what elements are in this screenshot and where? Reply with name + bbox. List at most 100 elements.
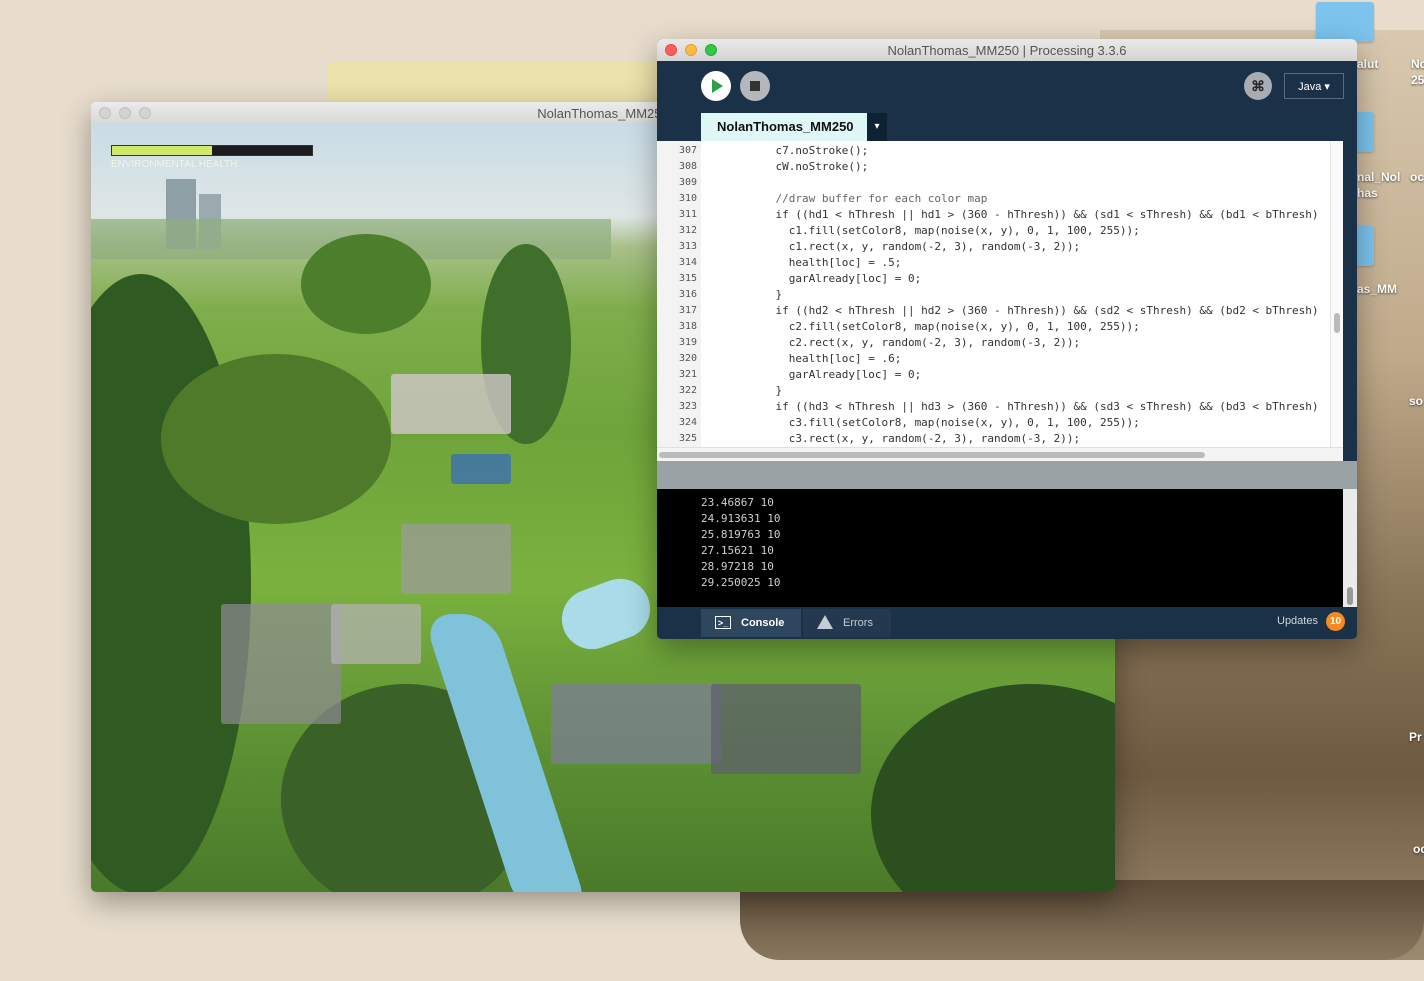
line-number: 313 bbox=[678, 241, 697, 252]
scroll-thumb[interactable] bbox=[659, 452, 1205, 458]
tree-canopy bbox=[301, 234, 431, 334]
line-number: 314 bbox=[678, 257, 697, 268]
desktop-label[interactable]: has bbox=[1357, 186, 1378, 200]
ide-footer: >_ Console Errors Updates 10 bbox=[657, 607, 1357, 639]
tab-menu-button[interactable]: ▾ bbox=[867, 113, 887, 141]
warning-icon bbox=[817, 615, 833, 629]
code-line[interactable]: c1.fill(setColor8, map(noise(x, y), 0, 1… bbox=[749, 223, 1140, 239]
line-number: 321 bbox=[678, 369, 697, 380]
console-line: 29.250025 10 bbox=[701, 576, 781, 589]
editor-right-margin bbox=[1343, 141, 1357, 447]
line-number-gutter: 307 308 309 310 311 312 313 314 315 316 317 318 319 3… bbox=[657, 141, 701, 447]
updates-label[interactable]: Updates bbox=[1277, 615, 1318, 627]
desktop-label[interactable]: as_MM bbox=[1357, 282, 1397, 296]
console-line: 23.46867 10 bbox=[701, 496, 774, 509]
stream bbox=[553, 570, 659, 658]
code-area[interactable]: c7.noStroke(); cW.noStroke(); //draw buf… bbox=[701, 141, 1330, 447]
desktop-label[interactable]: 25 bbox=[1411, 73, 1424, 87]
code-line[interactable]: c1.rect(x, y, random(-2, 3), random(-3, … bbox=[749, 239, 1080, 255]
code-line[interactable]: if ((hd3 < hThresh || hd3 > (360 - hThre… bbox=[749, 399, 1318, 415]
trash-pile bbox=[551, 684, 721, 764]
line-number: 324 bbox=[678, 417, 697, 428]
trash-pile bbox=[391, 374, 511, 434]
trash-pile bbox=[711, 684, 861, 774]
code-line[interactable]: health[loc] = .6; bbox=[749, 351, 902, 367]
desktop-label[interactable]: oc bbox=[1410, 170, 1424, 184]
trash-pile bbox=[221, 604, 341, 724]
scroll-thumb[interactable] bbox=[1347, 587, 1353, 605]
folder-icon[interactable] bbox=[1316, 2, 1374, 42]
code-line[interactable]: garAlready[loc] = 0; bbox=[749, 271, 921, 287]
trash-pile bbox=[401, 524, 511, 594]
desktop-label[interactable]: nal_Nol bbox=[1357, 170, 1400, 184]
code-line[interactable]: if ((hd1 < hThresh || hd1 > (360 - hThre… bbox=[749, 207, 1318, 223]
code-editor[interactable]: 307 308 309 310 311 312 313 314 315 316 317 318 319 3… bbox=[657, 141, 1357, 447]
ide-window-title: NolanThomas_MM250 | Processing 3.3.6 bbox=[887, 43, 1127, 58]
ide-titlebar[interactable]: NolanThomas_MM250 | Processing 3.3.6 bbox=[657, 39, 1357, 62]
code-line[interactable]: c2.rect(x, y, random(-2, 3), random(-3, … bbox=[749, 335, 1080, 351]
console-line: 27.15621 10 bbox=[701, 544, 774, 557]
line-number: 307 bbox=[678, 145, 697, 156]
editor-horizontal-scrollbar[interactable] bbox=[657, 447, 1343, 462]
console-line: 24.913631 10 bbox=[701, 512, 781, 525]
code-line[interactable]: c2.fill(setColor8, map(noise(x, y), 0, 1… bbox=[749, 319, 1140, 335]
tab-console[interactable]: >_ Console bbox=[701, 609, 801, 637]
tab-sketch[interactable]: NolanThomas_MM250 bbox=[701, 113, 867, 141]
line-number: 309 bbox=[678, 177, 697, 188]
updates-badge[interactable]: 10 bbox=[1326, 612, 1345, 631]
editor-vertical-scrollbar[interactable] bbox=[1330, 141, 1344, 447]
tab-errors[interactable]: Errors bbox=[803, 609, 891, 637]
environmental-health-fill bbox=[112, 146, 212, 155]
desktop-label[interactable]: so bbox=[1409, 394, 1423, 408]
ide-tabbar: NolanThomas_MM250 ▾ bbox=[657, 111, 1357, 141]
tree-canopy bbox=[161, 354, 391, 524]
console-scrollbar[interactable] bbox=[1343, 489, 1357, 607]
ide-toolbar: ⌘ Java ▾ bbox=[657, 61, 1357, 111]
desktop-label[interactable]: Pr bbox=[1409, 730, 1422, 744]
desktop-label[interactable]: Nc bbox=[1411, 57, 1424, 71]
line-number: 322 bbox=[678, 385, 697, 396]
errors-tab-label: Errors bbox=[843, 617, 873, 629]
line-number: 320 bbox=[678, 353, 697, 364]
code-line[interactable]: c3.fill(setColor8, map(noise(x, y), 0, 1… bbox=[749, 415, 1140, 431]
line-number: 308 bbox=[678, 161, 697, 172]
run-button[interactable] bbox=[701, 71, 731, 101]
code-line[interactable]: c3.rect(x, y, random(-2, 3), random(-3, … bbox=[749, 431, 1080, 447]
code-line[interactable]: health[loc] = .5; bbox=[749, 255, 902, 271]
console-output[interactable]: 23.46867 10 24.913631 10 25.819763 10 27.15… bbox=[657, 489, 1343, 607]
line-number: 325 bbox=[678, 433, 697, 444]
line-number: 319 bbox=[678, 337, 697, 348]
code-line[interactable]: } bbox=[749, 383, 782, 399]
message-bar bbox=[657, 461, 1357, 489]
desktop-label[interactable]: alut bbox=[1357, 57, 1378, 71]
desktop-label[interactable]: oc bbox=[1413, 842, 1424, 856]
desktop-background-bottom bbox=[740, 880, 1424, 960]
stop-button[interactable] bbox=[740, 71, 770, 101]
line-number: 310 bbox=[678, 193, 697, 204]
line-number: 311 bbox=[678, 209, 697, 220]
mode-selector[interactable]: Java ▾ bbox=[1284, 73, 1344, 99]
line-number: 318 bbox=[678, 321, 697, 332]
console-line: 25.819763 10 bbox=[701, 528, 781, 541]
processing-ide-window[interactable]: NolanThomas_MM250 | Processing 3.3.6 ⌘ J… bbox=[657, 39, 1357, 639]
code-line[interactable]: //draw buffer for each color map bbox=[749, 191, 987, 207]
code-line[interactable]: } bbox=[749, 287, 782, 303]
line-number: 312 bbox=[678, 225, 697, 236]
terminal-icon: >_ bbox=[715, 616, 731, 629]
line-number: 323 bbox=[678, 401, 697, 412]
line-number: 315 bbox=[678, 273, 697, 284]
environmental-health-bar bbox=[111, 145, 313, 156]
code-line[interactable]: cW.noStroke(); bbox=[749, 159, 868, 175]
scroll-thumb[interactable] bbox=[1334, 313, 1340, 333]
environmental-health-label: ENVIRONMENTAL HEALTH bbox=[111, 159, 238, 170]
line-number: 316 bbox=[678, 289, 697, 300]
line-number: 317 bbox=[678, 305, 697, 316]
code-line[interactable]: if ((hd2 < hThresh || hd2 > (360 - hThre… bbox=[749, 303, 1318, 319]
code-line[interactable]: c7.noStroke(); bbox=[749, 143, 868, 159]
bug-icon[interactable]: ⌘ bbox=[1244, 72, 1272, 100]
trash-pile bbox=[331, 604, 421, 664]
console-tab-label: Console bbox=[741, 617, 785, 629]
console-line: 28.97218 10 bbox=[701, 560, 774, 573]
trash-pile bbox=[451, 454, 511, 484]
code-line[interactable]: garAlready[loc] = 0; bbox=[749, 367, 921, 383]
